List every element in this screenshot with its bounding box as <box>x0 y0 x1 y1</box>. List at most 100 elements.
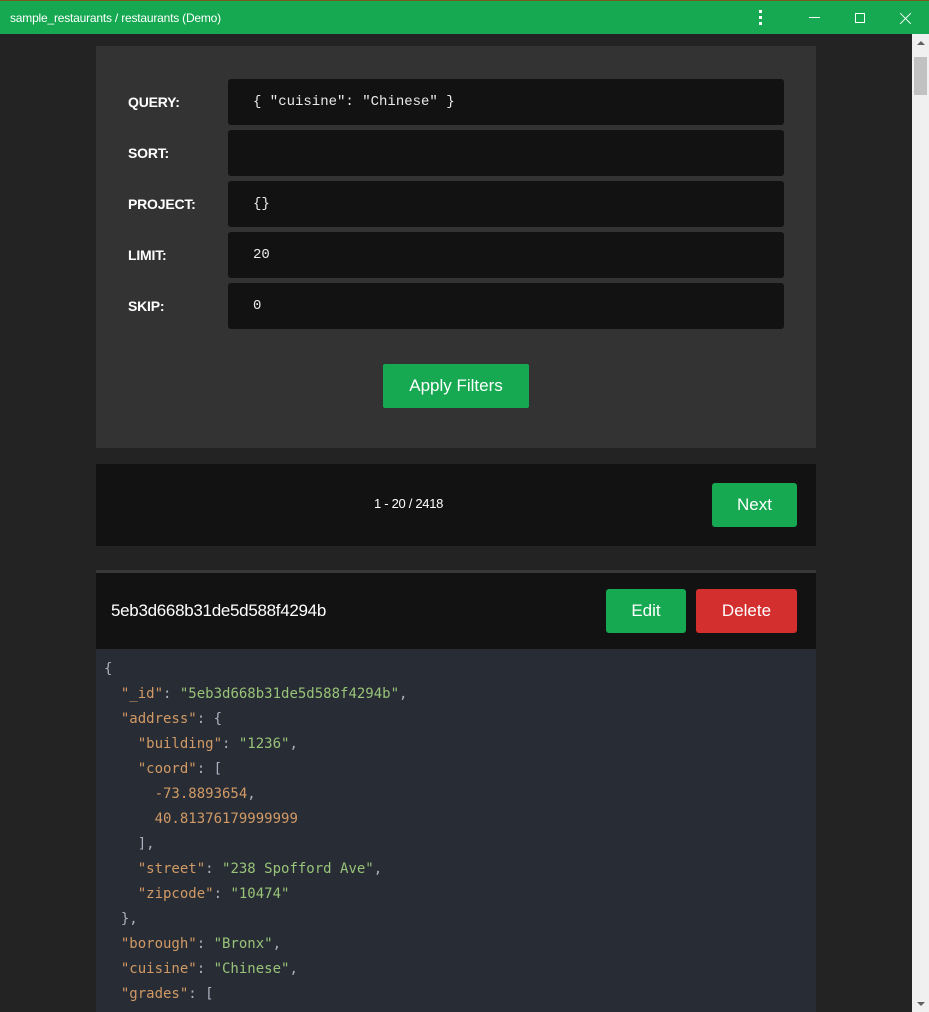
json-key: "cuisine" <box>120 961 197 977</box>
json-string-value: "1236" <box>238 736 290 752</box>
arrow-up-icon <box>916 40 925 45</box>
json-key: "street" <box>137 861 206 877</box>
scroll-down-button[interactable] <box>912 995 929 1012</box>
json-key: "zipcode" <box>137 886 214 902</box>
json-line: "_id": "5eb3d668b31de5d588f4294b", <box>104 682 816 707</box>
json-string-value: "Bronx" <box>213 936 273 952</box>
json-punctuation: , <box>272 936 282 952</box>
main-content: QUERY: SORT: PROJECT: LIMIT: SKIP: Apply… <box>96 46 816 1012</box>
filter-row-limit: LIMIT: <box>96 232 816 278</box>
json-string-value: "Chinese" <box>213 961 290 977</box>
json-punctuation: ], <box>137 836 155 852</box>
json-line: 40.81376179999999 <box>104 807 816 832</box>
json-punctuation: { <box>213 711 223 727</box>
filter-row-skip: SKIP: <box>96 283 816 329</box>
project-label: PROJECT: <box>128 196 196 212</box>
json-key: "grades" <box>120 986 189 1002</box>
json-punctuation: , <box>373 861 383 877</box>
json-punctuation: }, <box>120 911 138 927</box>
kebab-menu-icon <box>750 10 770 25</box>
minimize-icon <box>808 17 820 18</box>
json-punctuation: , <box>289 736 298 752</box>
query-input[interactable] <box>228 79 784 125</box>
json-separator: : <box>213 886 231 902</box>
json-key: "coord" <box>137 761 197 777</box>
json-line: "zipcode": "10474" <box>104 882 816 907</box>
json-key: "address" <box>120 711 197 727</box>
filter-row-query: QUERY: <box>96 79 816 125</box>
json-separator: : <box>222 736 239 752</box>
json-key: "building" <box>137 736 223 752</box>
json-line: "cuisine": "Chinese", <box>104 957 816 982</box>
filter-row-project: PROJECT: <box>96 181 816 227</box>
apply-filters-button[interactable]: Apply Filters <box>383 364 529 408</box>
close-icon <box>900 12 912 24</box>
document-header: 5eb3d668b31de5d588f4294b Edit Delete <box>96 570 816 649</box>
limit-label: LIMIT: <box>128 247 167 263</box>
json-key: "_id" <box>120 686 164 702</box>
menu-button[interactable] <box>745 1 791 34</box>
json-line: { <box>104 657 816 682</box>
document-id: 5eb3d668b31de5d588f4294b <box>111 601 326 620</box>
sort-label: SORT: <box>128 145 170 161</box>
json-punctuation: { <box>104 661 113 677</box>
filter-row-sort: SORT: <box>96 130 816 176</box>
json-separator: : <box>196 711 214 727</box>
window-controls <box>745 1 929 34</box>
json-separator: : <box>196 761 214 777</box>
json-line: "borough": "Bronx", <box>104 932 816 957</box>
json-line: "coord": [ <box>104 757 816 782</box>
json-line: "building": "1236", <box>104 732 816 757</box>
json-line: "address": { <box>104 707 816 732</box>
vertical-scrollbar[interactable] <box>912 34 929 1012</box>
json-separator: : <box>163 686 180 702</box>
json-line: "grades": [ <box>104 982 816 1007</box>
json-string-value: "5eb3d668b31de5d588f4294b" <box>179 686 400 702</box>
json-number-value: -73.8893654 <box>154 786 248 802</box>
json-line: "street": "238 Spofford Ave", <box>104 857 816 882</box>
project-input[interactable] <box>228 181 784 227</box>
json-string-value: "238 Spofford Ave" <box>222 861 374 877</box>
json-punctuation: , <box>247 786 256 802</box>
scroll-up-button[interactable] <box>912 34 929 51</box>
next-page-button[interactable]: Next <box>712 483 797 527</box>
skip-input[interactable] <box>228 283 784 329</box>
scrollbar-thumb[interactable] <box>914 57 927 95</box>
edit-button[interactable]: Edit <box>606 589 686 633</box>
arrow-down-icon <box>916 1001 925 1006</box>
limit-input[interactable] <box>228 232 784 278</box>
json-separator: : <box>205 861 223 877</box>
document-card: 5eb3d668b31de5d588f4294b Edit Delete { "… <box>96 570 816 1012</box>
query-label: QUERY: <box>128 94 180 110</box>
maximize-button[interactable] <box>837 1 883 34</box>
json-separator: : <box>188 986 206 1002</box>
json-separator: : <box>196 961 214 977</box>
json-line: -73.8893654, <box>104 782 816 807</box>
close-button[interactable] <box>883 1 929 34</box>
pagination-bar: 1 - 20 / 2418 Next <box>96 464 816 546</box>
sort-input[interactable] <box>228 130 784 176</box>
json-key: "borough" <box>120 936 197 952</box>
filter-panel: QUERY: SORT: PROJECT: LIMIT: SKIP: Apply… <box>96 46 816 448</box>
json-line: ], <box>104 832 816 857</box>
window-title: sample_restaurants / restaurants (Demo) <box>10 10 221 25</box>
json-separator: : <box>196 936 214 952</box>
skip-label: SKIP: <box>128 298 165 314</box>
json-string-value: "10474" <box>230 886 290 902</box>
json-punctuation: [ <box>205 986 214 1002</box>
minimize-button[interactable] <box>791 1 837 34</box>
delete-button[interactable]: Delete <box>696 589 797 633</box>
maximize-icon <box>855 12 865 23</box>
